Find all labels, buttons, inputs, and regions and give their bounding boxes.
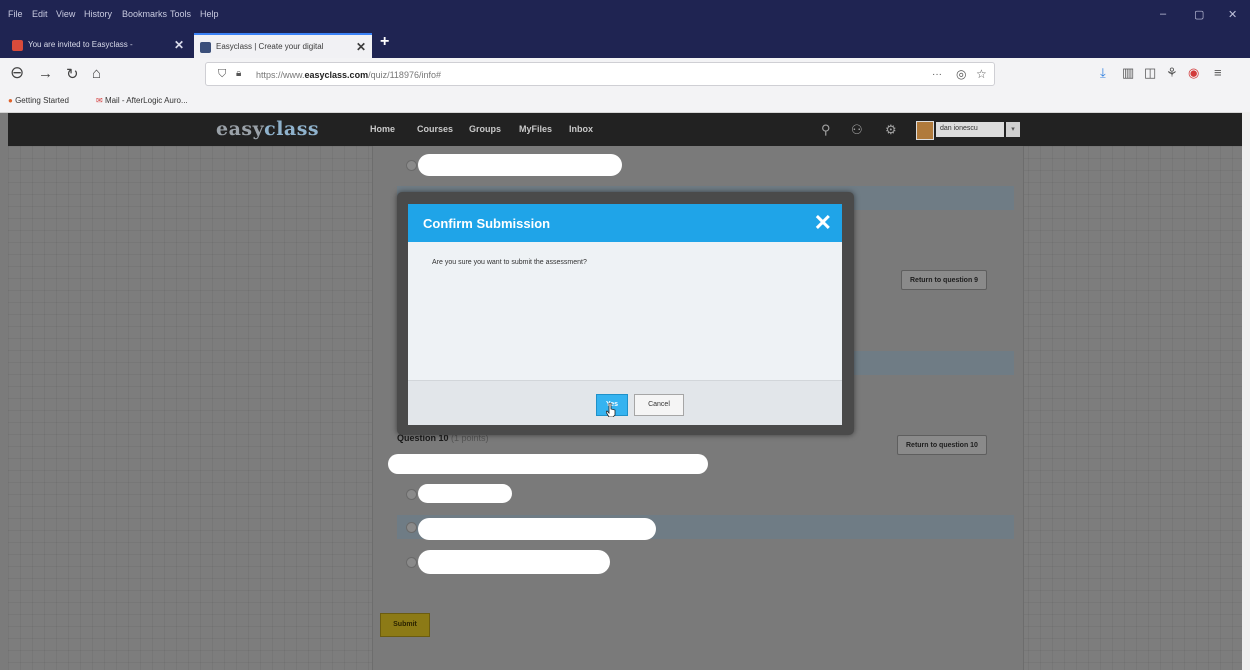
tab-close-icon[interactable]: ✕ xyxy=(174,38,184,52)
chevron-down-icon[interactable]: ▾ xyxy=(1006,122,1020,137)
tab-label: Easyclass | Create your digital xyxy=(216,42,324,51)
redacted-answer xyxy=(418,518,656,540)
page-scrollbar[interactable] xyxy=(1242,112,1250,670)
confirm-submission-dialog: Confirm Submission ✕ Are you sure you wa… xyxy=(408,204,842,425)
search-icon[interactable]: ⚲ xyxy=(821,122,831,138)
dialog-footer: Yes Cancel xyxy=(408,380,842,425)
people-icon[interactable]: ⚇ xyxy=(851,122,863,138)
redacted-question xyxy=(388,454,708,474)
menu-tools[interactable]: Tools xyxy=(170,9,191,19)
dialog-title: Confirm Submission xyxy=(423,216,551,231)
url-text: https://www.easyclass.com/quiz/118976/in… xyxy=(256,70,441,80)
tab-strip: You are invited to Easyclass - ✕ Easycla… xyxy=(0,30,1250,58)
menu-help[interactable]: Help xyxy=(200,9,219,19)
nav-courses[interactable]: Courses xyxy=(417,124,453,134)
hamburger-menu-icon[interactable]: ≡ xyxy=(1214,65,1222,80)
minimize-icon[interactable]: – xyxy=(1160,8,1166,20)
answer-radio[interactable] xyxy=(406,522,417,533)
gmail-favicon-icon xyxy=(12,40,23,51)
window-close-icon[interactable]: ✕ xyxy=(1228,8,1237,21)
browser-menubar: File Edit View History Bookmarks Tools H… xyxy=(0,0,1250,30)
forward-icon[interactable]: → xyxy=(38,65,53,82)
shield-icon[interactable]: ⛉ xyxy=(218,68,226,81)
hand-cursor-icon xyxy=(606,403,616,417)
bookmark-mail[interactable]: ✉ Mail - AfterLogic Auro... xyxy=(96,96,188,105)
tab-label: You are invited to Easyclass - xyxy=(28,40,133,49)
cancel-button[interactable]: Cancel xyxy=(634,394,684,416)
submit-button[interactable]: Submit xyxy=(380,613,430,637)
new-tab-icon[interactable]: + xyxy=(380,33,389,51)
easyclass-logo[interactable]: easyclass xyxy=(216,118,319,140)
dialog-header: Confirm Submission ✕ xyxy=(408,204,842,242)
menu-view[interactable]: View xyxy=(56,9,75,19)
pocket-icon[interactable]: ◎ xyxy=(956,67,966,81)
nav-groups[interactable]: Groups xyxy=(469,124,501,134)
menu-file[interactable]: File xyxy=(8,9,23,19)
bookmark-star-icon[interactable]: ☆ xyxy=(976,67,987,81)
navigation-toolbar: ⊖ → ↻ ⌂ ⛉ 🔒︎ https://www.easyclass.com/q… xyxy=(0,58,1250,91)
page-actions-icon[interactable]: ··· xyxy=(932,69,942,80)
reload-icon[interactable]: ↻ xyxy=(66,65,79,83)
url-bar[interactable]: ⛉ 🔒︎ https://www.easyclass.com/quiz/1189… xyxy=(205,62,995,86)
nav-inbox[interactable]: Inbox xyxy=(569,124,593,134)
download-icon[interactable]: ⤓ xyxy=(1100,65,1106,81)
answer-radio[interactable] xyxy=(406,160,417,171)
tab-close-icon[interactable]: ✕ xyxy=(356,40,366,54)
menu-bookmarks[interactable]: Bookmarks xyxy=(122,9,167,19)
app-header: easyclass Home Courses Groups MyFiles In… xyxy=(8,113,1242,146)
extension-icon[interactable]: ⚘ xyxy=(1166,65,1178,81)
dialog-message: Are you sure you want to submit the asse… xyxy=(432,259,587,266)
nav-myfiles[interactable]: MyFiles xyxy=(519,124,552,134)
home-icon[interactable]: ⌂ xyxy=(92,65,101,82)
bookmarks-toolbar: ● Getting Started ✉ Mail - AfterLogic Au… xyxy=(0,90,1250,113)
maximize-icon[interactable]: ▢ xyxy=(1194,8,1204,21)
return-to-question-10-button[interactable]: Return to question 10 xyxy=(897,435,987,455)
tab-easyclass-invite[interactable]: You are invited to Easyclass - ✕ xyxy=(6,33,190,58)
nav-home[interactable]: Home xyxy=(370,124,395,134)
bookmark-getting-started[interactable]: ● Getting Started xyxy=(8,96,69,105)
mail-icon: ✉ xyxy=(96,96,103,105)
addon-badge-icon[interactable]: ◉ xyxy=(1188,65,1199,81)
back-icon[interactable]: ⊖ xyxy=(10,63,24,83)
tab-easyclass-create[interactable]: Easyclass | Create your digital ✕ xyxy=(194,33,372,58)
redacted-answer xyxy=(418,550,610,574)
answer-radio[interactable] xyxy=(406,557,417,568)
close-icon[interactable]: ✕ xyxy=(814,210,832,236)
redacted-answer xyxy=(418,154,622,176)
user-name[interactable]: dan ionescu xyxy=(936,122,1004,137)
return-to-question-9-button[interactable]: Return to question 9 xyxy=(901,270,988,290)
easyclass-favicon-icon xyxy=(200,42,211,53)
redacted-answer xyxy=(418,484,512,503)
firefox-icon: ● xyxy=(8,96,13,105)
settings-icon[interactable]: ⚙ xyxy=(885,122,897,138)
sidebar-icon[interactable]: ◫ xyxy=(1144,65,1156,81)
answer-radio[interactable] xyxy=(406,489,417,500)
lock-icon[interactable]: 🔒︎ xyxy=(236,68,241,79)
library-icon[interactable]: ▥ xyxy=(1122,65,1134,81)
menu-history[interactable]: History xyxy=(84,9,112,19)
avatar[interactable] xyxy=(916,121,934,140)
menu-edit[interactable]: Edit xyxy=(32,9,48,19)
